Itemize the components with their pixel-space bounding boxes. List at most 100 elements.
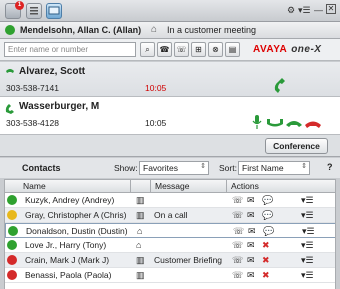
contact-message: Customer Briefing — [154, 255, 223, 265]
identity-bar: Mendelsohn, Allan C. (Allan) ⌂ In a cust… — [0, 22, 340, 39]
im-icon[interactable]: 💬 — [263, 226, 274, 237]
chevron-down-icon: ⇕ — [200, 163, 206, 170]
home-icon: ⌂ — [136, 240, 142, 250]
column-name[interactable]: Name — [23, 181, 46, 191]
presence-dnd-icon — [7, 255, 17, 265]
phone-icon[interactable]: ☏ — [232, 240, 243, 251]
email-icon[interactable]: ✉ — [248, 226, 256, 237]
email-icon[interactable]: ✉ — [247, 195, 255, 206]
phone-active-icon — [5, 104, 14, 114]
contact-row[interactable]: Crain, Mark J (Mark J) ▥ Customer Briefi… — [5, 253, 335, 268]
email-icon[interactable]: ✉ — [247, 210, 255, 221]
hold-icon[interactable] — [266, 116, 284, 130]
phone-menu-button[interactable]: 1 — [5, 1, 24, 19]
im-icon[interactable]: 💬 — [262, 210, 273, 221]
contact-row[interactable]: Donaldson, Dustin (Dustin) ⌂ ☏ ✉ 💬 ▾☰ — [5, 223, 335, 238]
building-icon: ▥ — [136, 210, 145, 220]
conference-row: Conference — [0, 135, 340, 157]
dialpad-icon[interactable]: ☎ — [157, 42, 172, 57]
call-log-button[interactable] — [26, 3, 42, 19]
user-name: Mendelsohn, Allan C. (Allan) — [20, 25, 142, 35]
microphone-icon[interactable] — [252, 114, 262, 130]
caller-name: Wasserburger, M — [19, 101, 100, 112]
presence-available-icon — [8, 226, 18, 236]
dial-call-icon[interactable]: ☏ — [174, 42, 189, 57]
contact-name: Donaldson, Dustin (Dustin) — [26, 226, 128, 236]
contact-name: Benassi, Paola (Paola) — [25, 270, 112, 280]
email-icon[interactable]: ✉ — [247, 270, 255, 281]
contact-row[interactable]: Gray, Christopher A (Chris) ▥ On a call … — [5, 208, 335, 223]
settings-icon[interactable]: ⚙ — [287, 4, 295, 16]
phone-icon[interactable]: ☏ — [233, 226, 244, 237]
sort-dropdown[interactable]: First Name ⇕ — [238, 161, 310, 175]
presence-available-icon — [7, 195, 17, 205]
more-actions-icon[interactable]: ▾☰ — [301, 210, 314, 221]
email-icon[interactable]: ✉ — [247, 255, 255, 266]
more-actions-icon[interactable]: ▾☰ — [301, 255, 314, 266]
phone-icon[interactable]: ☏ — [232, 255, 243, 266]
phone-icon[interactable]: ☏ — [232, 195, 243, 206]
clear-icon[interactable]: ⊗ — [208, 42, 223, 57]
call-item[interactable]: Wasserburger, M 303-538-4128 10:05 — [0, 97, 340, 135]
presence-busy-icon — [7, 210, 17, 220]
home-icon: ⌂ — [151, 24, 158, 35]
conference-button[interactable]: Conference — [265, 138, 328, 154]
contact-row[interactable]: Benassi, Paola (Paola) ▥ ☏ ✉ ✖ ▾☰ — [5, 268, 335, 283]
search-icon[interactable]: ⌕ — [140, 42, 155, 57]
contact-row[interactable]: Love Jr., Harry (Tony) ⌂ ☏ ✉ ✖ ▾☰ — [5, 238, 335, 253]
chevron-down-icon: ⇕ — [301, 163, 307, 170]
sort-label: Sort: — [219, 163, 237, 173]
contacts-title: Contacts — [22, 163, 61, 173]
more-actions-icon[interactable]: ▾☰ — [301, 270, 314, 281]
phone-held-icon — [6, 69, 14, 73]
help-icon[interactable]: ? — [327, 162, 333, 172]
column-message[interactable]: Message — [155, 181, 190, 191]
caller-name: Alvarez, Scott — [19, 66, 86, 77]
more-actions-icon[interactable]: ▾☰ — [302, 226, 315, 237]
contact-name: Crain, Mark J (Mark J) — [25, 255, 110, 265]
im-unavailable-icon: ✖ — [262, 270, 270, 280]
im-unavailable-icon: ✖ — [262, 240, 270, 250]
more-actions-icon[interactable]: ▾☰ — [301, 240, 314, 251]
presence-available-icon[interactable] — [5, 25, 15, 35]
building-icon: ▥ — [136, 255, 145, 265]
column-actions[interactable]: Actions — [231, 181, 259, 191]
monitor-icon — [48, 6, 60, 15]
presence-status[interactable]: In a customer meeting — [167, 25, 256, 35]
avaya-onex-logo: AVAYA one-X — [253, 44, 322, 55]
call-duration: 10:05 — [145, 83, 167, 93]
list-icon — [30, 7, 38, 15]
presence-dnd-icon — [7, 270, 17, 280]
caller-number: 303-538-4128 — [6, 118, 59, 128]
contact-name: Gray, Christopher A (Chris) — [25, 210, 127, 220]
notifications-badge: 1 — [15, 1, 24, 10]
contact-row[interactable]: Kuzyk, Andrey (Andrey) ▥ ☏ ✉ 💬 ▾☰ — [5, 193, 335, 208]
contact-message: On a call — [154, 210, 188, 220]
search-input[interactable]: Enter name or number — [4, 42, 136, 57]
show-label: Show: — [114, 163, 138, 173]
call-item[interactable]: Alvarez, Scott 303-538-7141 10:05 — [0, 62, 340, 97]
contacts-table: Kuzyk, Andrey (Andrey) ▥ ☏ ✉ 💬 ▾☰ Gray, … — [4, 193, 336, 289]
im-unavailable-icon: ✖ — [262, 255, 270, 265]
presence-available-icon — [7, 240, 17, 250]
building-icon: ▥ — [136, 270, 145, 280]
search-row: Enter name or number ⌕ ☎ ☏ ⊞ ⊗ ▤ AVAYA on… — [0, 39, 340, 61]
close-icon[interactable]: ✕ — [326, 4, 336, 14]
keypad-icon[interactable]: ⊞ — [191, 42, 206, 57]
phone-icon[interactable]: ☏ — [232, 270, 243, 281]
email-icon[interactable]: ✉ — [247, 240, 255, 251]
show-dropdown[interactable]: Favorites ⇕ — [139, 161, 209, 175]
im-icon[interactable]: 💬 — [262, 195, 273, 206]
transfer-icon[interactable] — [285, 116, 303, 130]
phone-icon[interactable]: ☏ — [232, 210, 243, 221]
minimize-icon[interactable]: — — [314, 4, 323, 16]
contact-name: Love Jr., Harry (Tony) — [25, 240, 107, 250]
resume-call-icon[interactable] — [272, 76, 290, 94]
contacts-icon[interactable]: ▤ — [225, 42, 240, 57]
desktop-view-button[interactable] — [46, 3, 62, 19]
contacts-column-header: Name Message Actions — [4, 179, 336, 193]
caller-number: 303-538-7141 — [6, 83, 59, 93]
more-actions-icon[interactable]: ▾☰ — [301, 195, 314, 206]
menu-icon[interactable]: ▾☰ — [298, 4, 311, 16]
hang-up-icon[interactable] — [304, 116, 322, 130]
